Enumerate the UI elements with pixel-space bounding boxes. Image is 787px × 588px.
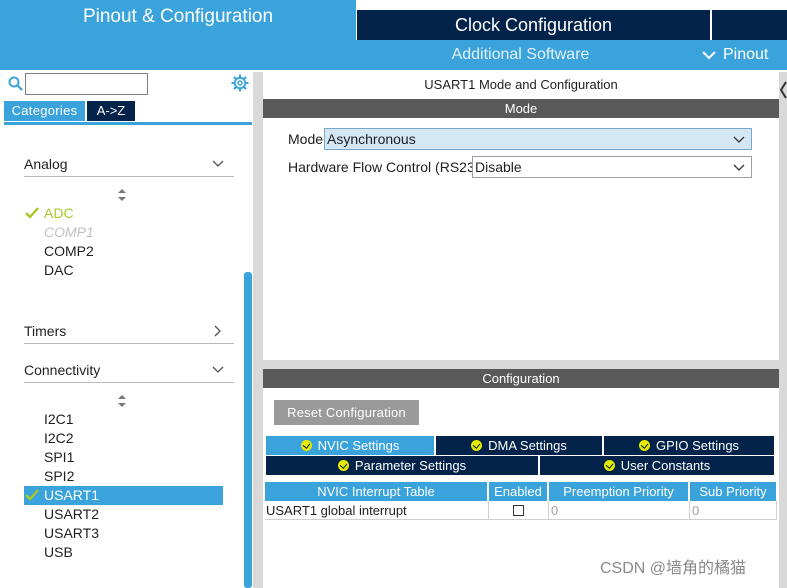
panel-splitter[interactable] bbox=[253, 72, 263, 588]
section-analog-label: Analog bbox=[24, 156, 68, 172]
list-item-adc[interactable]: ADC bbox=[44, 204, 74, 223]
table-cell-interrupt-name: USART1 global interrupt bbox=[265, 501, 489, 520]
section-analog[interactable]: Analog bbox=[24, 153, 234, 177]
tab-user-constants[interactable]: User Constants bbox=[540, 456, 774, 475]
mode-label: Mode bbox=[288, 131, 324, 147]
chevron-down-icon bbox=[733, 164, 745, 171]
list-item-usb[interactable]: USB bbox=[44, 543, 73, 562]
configuration-section-header: Configuration bbox=[263, 369, 779, 388]
additional-software-button[interactable]: Additional Software bbox=[428, 40, 613, 70]
tab-nvic-label: NVIC Settings bbox=[317, 438, 400, 453]
chevron-down-icon bbox=[702, 51, 716, 60]
check-circle-icon bbox=[638, 440, 650, 451]
panel-title: USART1 Mode and Configuration bbox=[263, 72, 779, 99]
watermark: CSDN @墙角的橘猫 bbox=[600, 560, 747, 577]
table-header-sub-priority[interactable]: Sub Priority bbox=[690, 482, 776, 501]
tab-dma-settings[interactable]: DMA Settings bbox=[436, 436, 602, 455]
table-header-preemption[interactable]: Preemption Priority bbox=[549, 482, 688, 501]
enabled-checkbox[interactable] bbox=[513, 505, 524, 516]
mode-select-value: Asynchronous bbox=[327, 131, 416, 147]
section-connectivity[interactable]: Connectivity bbox=[24, 359, 234, 383]
tab-dma-label: DMA Settings bbox=[488, 438, 567, 453]
category-list bbox=[0, 125, 255, 588]
search-input[interactable] bbox=[25, 73, 148, 95]
list-item-comp2[interactable]: COMP2 bbox=[44, 242, 94, 261]
stm32cubemx-window: Pinout & Configuration Clock Configurati… bbox=[0, 0, 787, 588]
search-icon[interactable] bbox=[8, 76, 24, 92]
chevron-down-icon bbox=[733, 136, 745, 143]
gear-icon[interactable] bbox=[231, 74, 249, 92]
sort-icon[interactable] bbox=[117, 395, 127, 407]
table-cell-preemption[interactable]: 0 bbox=[549, 501, 690, 520]
sub-toolbar bbox=[0, 40, 787, 70]
table-header-interrupt[interactable]: NVIC Interrupt Table bbox=[265, 482, 487, 501]
scrollbar-thumb[interactable] bbox=[244, 272, 252, 588]
list-item-usart3[interactable]: USART3 bbox=[44, 524, 99, 543]
list-item-dac[interactable]: DAC bbox=[44, 261, 74, 280]
list-item-i2c2[interactable]: I2C2 bbox=[44, 429, 74, 448]
chevron-down-icon bbox=[212, 366, 224, 373]
mode-section-body bbox=[263, 118, 779, 360]
tab-clock-configuration[interactable]: Clock Configuration bbox=[357, 10, 710, 40]
flow-control-label: Hardware Flow Control (RS232) bbox=[288, 159, 488, 175]
reset-configuration-button[interactable]: Reset Configuration bbox=[274, 400, 419, 425]
table-header-enabled[interactable]: Enabled bbox=[489, 482, 547, 501]
pinout-menu-button[interactable]: Pinout bbox=[696, 40, 787, 70]
tab-pinout-configuration[interactable]: Pinout & Configuration bbox=[0, 0, 356, 40]
list-item-spi1[interactable]: SPI1 bbox=[44, 448, 74, 467]
list-item-spi2[interactable]: SPI2 bbox=[44, 467, 74, 486]
check-circle-icon bbox=[300, 440, 312, 451]
sort-icon[interactable] bbox=[117, 189, 127, 201]
tab-a-to-z[interactable]: A->Z bbox=[87, 101, 135, 121]
check-circle-icon bbox=[337, 460, 349, 471]
check-circle-icon bbox=[471, 440, 483, 451]
mode-select[interactable]: Asynchronous bbox=[324, 128, 752, 150]
mode-section-header: Mode bbox=[263, 99, 779, 118]
list-item-comp1[interactable]: COMP1 bbox=[44, 223, 94, 242]
chevron-down-icon bbox=[212, 160, 224, 167]
tab-gpio-settings[interactable]: GPIO Settings bbox=[604, 436, 774, 455]
section-connectivity-label: Connectivity bbox=[24, 362, 101, 378]
check-circle-icon bbox=[603, 460, 615, 471]
list-item-usart2[interactable]: USART2 bbox=[44, 505, 99, 524]
check-icon bbox=[25, 489, 39, 501]
flow-control-select-value: Disable bbox=[475, 159, 522, 175]
table-cell-sub-priority[interactable]: 0 bbox=[690, 501, 777, 520]
tab-categories[interactable]: Categories bbox=[4, 101, 85, 121]
chevron-right-icon bbox=[214, 325, 221, 337]
tab-nvic-settings[interactable]: NVIC Settings bbox=[266, 436, 434, 455]
tab-extra[interactable] bbox=[712, 10, 787, 40]
tab-parameter-settings[interactable]: Parameter Settings bbox=[266, 456, 538, 475]
tab-parameter-label: Parameter Settings bbox=[354, 458, 467, 473]
tab-gpio-label: GPIO Settings bbox=[655, 438, 740, 453]
tab-user-constants-label: User Constants bbox=[620, 458, 711, 473]
section-timers[interactable]: Timers bbox=[24, 320, 234, 344]
list-item-usart1[interactable]: USART1 bbox=[44, 486, 99, 505]
pinout-menu-label: Pinout bbox=[723, 46, 769, 63]
list-item-i2c1[interactable]: I2C1 bbox=[44, 410, 74, 429]
flow-control-select[interactable]: Disable bbox=[472, 156, 752, 178]
check-icon bbox=[25, 207, 39, 219]
section-timers-label: Timers bbox=[24, 323, 67, 339]
chevron-left-icon[interactable] bbox=[780, 80, 787, 100]
